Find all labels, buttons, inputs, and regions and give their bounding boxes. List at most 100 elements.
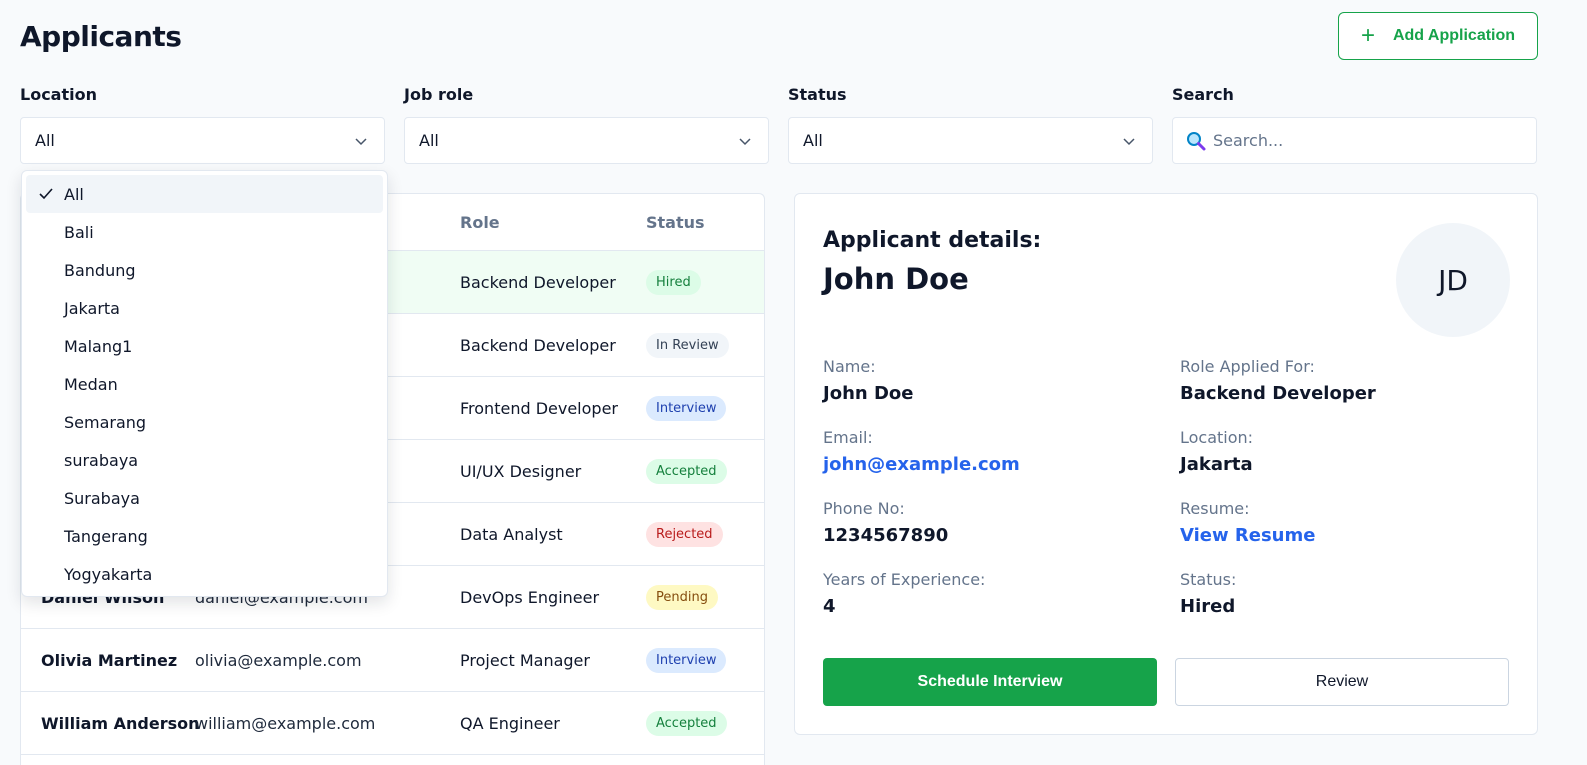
field-status: Status: Hired: [1180, 570, 1236, 617]
search-icon: [1187, 131, 1206, 150]
field-value: John Doe: [823, 383, 914, 404]
search-box: [1172, 117, 1537, 164]
applicant-email: olivia@example.com: [195, 650, 362, 670]
location-option-tangerang[interactable]: Tangerang: [26, 517, 383, 555]
location-option-label: Jakarta: [64, 298, 120, 318]
field-label: Location:: [1180, 428, 1254, 447]
location-option-surabaya[interactable]: Surabaya: [26, 479, 383, 517]
status-badge: In Review: [646, 332, 729, 358]
column-header-role: Role: [460, 212, 500, 232]
status-badge: Interview: [646, 647, 727, 673]
field-label: Status:: [1180, 570, 1237, 589]
field-label: Name:: [823, 357, 876, 376]
status-badge: Hired: [646, 269, 701, 295]
applicant-role: Project Manager: [460, 650, 590, 670]
job-role-filter: Job role All: [404, 84, 769, 164]
status-badge: Pending: [646, 584, 718, 610]
add-application-button[interactable]: + Add Application: [1338, 12, 1538, 60]
applicant-details-card: Applicant details: John Doe JD Name: Joh…: [794, 193, 1538, 735]
job-role-select[interactable]: All: [404, 117, 769, 164]
applicant-role: QA Engineer: [460, 713, 560, 733]
details-applicant-name: John Doe: [823, 262, 969, 296]
field-location: Location: Jakarta: [1180, 428, 1253, 475]
applicant-email: william@example.com: [195, 713, 376, 733]
status-badge: Accepted: [646, 458, 727, 484]
schedule-interview-button[interactable]: Schedule Interview: [823, 658, 1157, 706]
status-filter: Status All: [788, 84, 1153, 164]
page-title: Applicants: [20, 20, 182, 53]
location-option-surabaya-lower[interactable]: surabaya: [26, 441, 383, 479]
chevron-down-icon: [1123, 137, 1135, 145]
chevron-down-icon: [739, 137, 751, 145]
plus-icon: +: [1360, 22, 1375, 49]
status-select-value: All: [803, 131, 823, 150]
location-option-label: Medan: [64, 374, 118, 394]
location-option-label: Semarang: [64, 412, 147, 432]
location-option-label: Bali: [64, 222, 94, 242]
location-option-label: Yogyakarta: [64, 564, 153, 584]
table-row[interactable]: William Anderson william@example.com QA …: [21, 692, 764, 755]
location-option-label: Tangerang: [64, 526, 148, 546]
job-role-select-value: All: [419, 131, 439, 150]
status-badge: Interview: [646, 395, 727, 421]
applicant-role: Frontend Developer: [460, 398, 618, 418]
field-phone: Phone No: 1234567890: [823, 499, 948, 546]
location-option-jakarta[interactable]: Jakarta: [26, 289, 383, 327]
applicant-name: Olivia Martinez: [41, 650, 178, 670]
location-filter: Location All: [20, 84, 385, 164]
search-input[interactable]: [1213, 131, 1513, 150]
location-option-semarang[interactable]: Semarang: [26, 403, 383, 441]
location-option-all[interactable]: All: [26, 175, 383, 213]
location-option-label: All: [64, 184, 84, 204]
location-option-label: Bandung: [64, 260, 136, 280]
location-option-label: surabaya: [64, 450, 139, 470]
search-filter: Search: [1172, 84, 1537, 164]
field-experience: Years of Experience: 4: [823, 570, 985, 617]
location-option-bali[interactable]: Bali: [26, 213, 383, 251]
status-filter-label: Status: [788, 85, 847, 104]
location-option-malang1[interactable]: Malang1: [26, 327, 383, 365]
applicant-role: Data Analyst: [460, 524, 563, 544]
location-filter-label: Location: [20, 85, 97, 104]
field-value: 4: [823, 596, 836, 617]
chevron-down-icon: [355, 137, 367, 145]
status-select[interactable]: All: [788, 117, 1153, 164]
field-role: Role Applied For: Backend Developer: [1180, 357, 1376, 404]
field-label: Phone No:: [823, 499, 905, 518]
applicant-role: Backend Developer: [460, 335, 616, 355]
review-button[interactable]: Review: [1175, 658, 1509, 706]
add-application-label: Add Application: [1392, 27, 1516, 44]
location-option-bandung[interactable]: Bandung: [26, 251, 383, 289]
field-label: Years of Experience:: [823, 570, 986, 589]
avatar: JD: [1396, 223, 1510, 337]
field-value: 1234567890: [823, 525, 949, 546]
location-option-label: Malang1: [64, 336, 133, 356]
email-link[interactable]: john@example.com: [823, 454, 1020, 475]
field-label: Email:: [823, 428, 873, 447]
location-option-yogyakarta[interactable]: Yogyakarta: [26, 555, 383, 593]
field-value: Hired: [1180, 596, 1236, 617]
field-label: Resume:: [1180, 499, 1250, 518]
status-badge: Rejected: [646, 521, 723, 547]
details-heading: Applicant details:: [823, 228, 1042, 253]
field-name: Name: John Doe: [823, 357, 913, 404]
applicant-name: William Anderson: [41, 713, 200, 733]
location-select-value: All: [35, 131, 55, 150]
status-badge: Accepted: [646, 710, 727, 736]
field-label: Role Applied For:: [1180, 357, 1315, 376]
location-select[interactable]: All: [20, 117, 385, 164]
view-resume-link[interactable]: View Resume: [1180, 525, 1315, 546]
job-role-filter-label: Job role: [404, 85, 474, 104]
applicant-role: DevOps Engineer: [460, 587, 600, 607]
applicant-role: UI/UX Designer: [460, 461, 582, 481]
field-email: Email: john@example.com: [823, 428, 1020, 475]
field-value: Backend Developer: [1180, 383, 1376, 404]
field-resume: Resume: View Resume: [1180, 499, 1315, 546]
search-filter-label: Search: [1172, 85, 1234, 104]
location-option-label: Surabaya: [64, 488, 140, 508]
location-option-medan[interactable]: Medan: [26, 365, 383, 403]
applicant-role: Backend Developer: [460, 272, 616, 292]
location-dropdown-menu: All Bali Bandung Jakarta Malang1 Medan S…: [21, 170, 388, 597]
check-icon: [39, 188, 53, 200]
table-row[interactable]: Olivia Martinez olivia@example.com Proje…: [21, 629, 764, 692]
